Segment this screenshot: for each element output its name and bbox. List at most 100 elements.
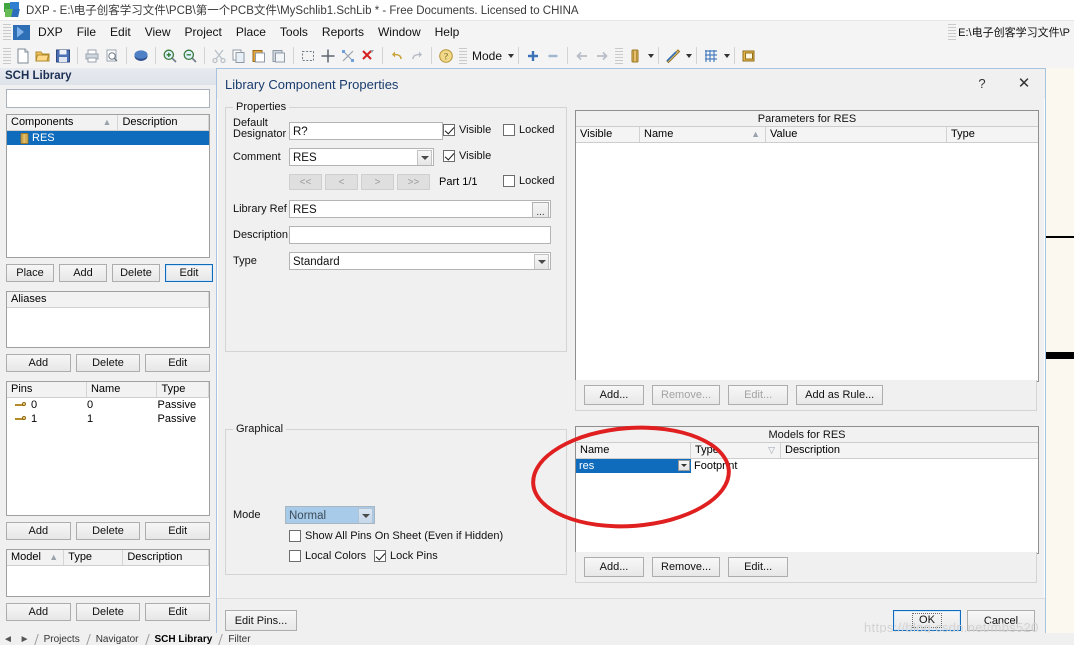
clear-filter-icon[interactable]	[358, 46, 378, 66]
ok-button[interactable]: OK	[893, 610, 961, 631]
tab-projects[interactable]: Projects	[35, 634, 87, 645]
model-description-cell[interactable]	[781, 459, 1036, 473]
path-toolbar-grip[interactable]	[948, 24, 957, 40]
help-icon[interactable]: ?	[436, 46, 456, 66]
delete-model-button[interactable]: Delete	[75, 603, 141, 621]
draw-tools-icon[interactable]	[663, 46, 683, 66]
aliases-list[interactable]: Aliases	[6, 291, 210, 348]
move-icon[interactable]	[318, 46, 338, 66]
parameters-add-as-rule-button[interactable]: Add as Rule...	[796, 385, 884, 405]
menu-item-edit[interactable]: Edit	[103, 23, 138, 41]
table-row[interactable]: res Footprint	[576, 459, 1038, 473]
last-part-button[interactable]: >>	[397, 174, 430, 190]
new-document-icon[interactable]	[13, 46, 33, 66]
deselect-icon[interactable]	[338, 46, 358, 66]
tab-sch-library[interactable]: SCH Library	[146, 634, 220, 645]
table-row[interactable]: 0 0 Passive	[7, 398, 209, 412]
toolbar-grip-3[interactable]	[615, 47, 624, 64]
models-edit-button[interactable]: Edit...	[728, 557, 789, 577]
tab-filter[interactable]: Filter	[219, 634, 257, 645]
plus-icon[interactable]	[523, 46, 543, 66]
menu-item-view[interactable]: View	[138, 23, 178, 41]
menu-item-dxp[interactable]: DXP	[31, 23, 70, 41]
models-sort-icon[interactable]: ▽	[768, 443, 775, 458]
back-icon[interactable]	[572, 46, 592, 66]
edit-alias-button[interactable]: Edit	[145, 354, 211, 372]
print-preview-icon[interactable]	[102, 46, 122, 66]
model-sort-icon[interactable]: ▲	[49, 550, 58, 565]
board-icon[interactable]	[131, 46, 151, 66]
model-list[interactable]: Model ▲ Type Description	[6, 549, 210, 597]
add-model-button[interactable]: Add	[6, 603, 71, 621]
open-folder-icon[interactable]	[33, 46, 53, 66]
copy-icon[interactable]	[229, 46, 249, 66]
select-area-icon[interactable]	[298, 46, 318, 66]
parameters-grid[interactable]: Parameters for RES Visible Name ▲ Value …	[575, 110, 1039, 382]
delete-pin-button[interactable]: Delete	[75, 522, 141, 540]
close-icon[interactable]: ✕	[1003, 69, 1045, 97]
component-icon[interactable]	[625, 46, 645, 66]
menu-item-project[interactable]: Project	[178, 23, 229, 41]
parameters-remove-button[interactable]: Remove...	[652, 385, 721, 405]
pins-list[interactable]: Pins Name Type 0 0 Passive 1 1 Passive	[6, 381, 210, 516]
parameters-sort-icon[interactable]: ▲	[751, 127, 760, 142]
edit-model-button[interactable]: Edit	[145, 603, 211, 621]
comment-visible-checkbox[interactable]: Visible	[443, 150, 491, 162]
zoom-in-icon[interactable]	[160, 46, 180, 66]
model-name-chevron-down-icon[interactable]	[678, 460, 690, 471]
mode-label[interactable]: Mode	[469, 49, 505, 63]
menu-item-help[interactable]: Help	[428, 23, 467, 41]
edit-pin-button[interactable]: Edit	[145, 522, 211, 540]
zoom-out-icon[interactable]	[180, 46, 200, 66]
paste-icon[interactable]	[249, 46, 269, 66]
table-row[interactable]: RES	[7, 131, 209, 145]
component-search-input[interactable]	[6, 89, 210, 108]
add-component-button[interactable]: Add	[59, 264, 107, 282]
comment-combobox[interactable]: RES	[289, 148, 434, 166]
toolbar-grip-2[interactable]	[459, 47, 467, 64]
models-remove-button[interactable]: Remove...	[652, 557, 721, 577]
draw-tools-chevron-down-icon[interactable]	[686, 53, 693, 58]
menu-item-file[interactable]: File	[70, 23, 103, 41]
mode-chevron-down-icon[interactable]	[508, 53, 515, 58]
mode-chevron-down-icon[interactable]	[358, 508, 373, 523]
designator-visible-checkbox[interactable]: Visible	[443, 124, 491, 136]
local-colors-checkbox[interactable]: Local Colors	[289, 550, 366, 562]
parameters-edit-button[interactable]: Edit...	[728, 385, 789, 405]
component-chevron-down-icon[interactable]	[648, 53, 655, 58]
designator-locked-checkbox[interactable]: Locked	[503, 124, 554, 136]
cut-icon[interactable]	[209, 46, 229, 66]
delete-alias-button[interactable]: Delete	[75, 354, 141, 372]
menu-item-tools[interactable]: Tools	[273, 23, 315, 41]
components-list[interactable]: Components ▲ Description RES	[6, 114, 210, 258]
tab-scroll-arrows[interactable]: ◄ ►	[0, 634, 35, 645]
delete-component-button[interactable]: Delete	[112, 264, 160, 282]
menubar-grip[interactable]	[3, 24, 11, 40]
document-path-field[interactable]: E:\电子创客学习文件\P	[958, 24, 1074, 40]
table-row[interactable]: 1 1 Passive	[7, 412, 209, 426]
print-icon[interactable]	[82, 46, 102, 66]
add-pin-button[interactable]: Add	[6, 522, 71, 540]
models-grid[interactable]: Models for RES Name Type ▽ Description r…	[575, 426, 1039, 554]
model-name-cell[interactable]: res	[576, 459, 691, 473]
grid-icon[interactable]	[701, 46, 721, 66]
comment-chevron-down-icon[interactable]	[417, 150, 432, 165]
type-combobox[interactable]: Standard	[289, 252, 551, 270]
save-icon[interactable]	[53, 46, 73, 66]
help-question-icon[interactable]: ?	[961, 69, 1003, 97]
part-locked-checkbox[interactable]: Locked	[503, 175, 554, 187]
dxp-logo-icon[interactable]	[13, 24, 30, 40]
minus-icon[interactable]	[543, 46, 563, 66]
next-part-button[interactable]: >	[361, 174, 394, 190]
previous-part-button[interactable]: <	[325, 174, 358, 190]
paste-special-icon[interactable]	[269, 46, 289, 66]
parameters-add-button[interactable]: Add...	[584, 385, 644, 405]
lock-pins-checkbox[interactable]: Lock Pins	[374, 550, 438, 562]
type-chevron-down-icon[interactable]	[534, 254, 549, 269]
place-part-icon[interactable]	[739, 46, 759, 66]
edit-pins-button[interactable]: Edit Pins...	[225, 610, 297, 631]
models-add-button[interactable]: Add...	[584, 557, 644, 577]
grid-chevron-down-icon[interactable]	[724, 53, 731, 58]
undo-icon[interactable]	[387, 46, 407, 66]
show-all-pins-checkbox[interactable]: Show All Pins On Sheet (Even if Hidden)	[289, 530, 503, 542]
